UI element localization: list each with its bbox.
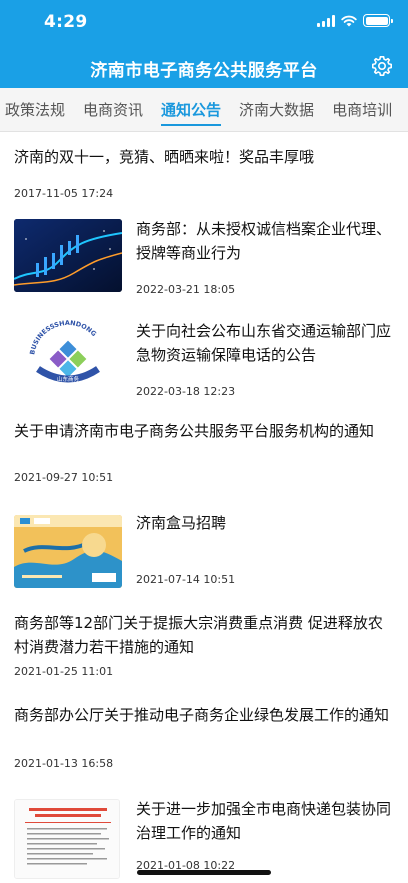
app-header: 4:29 济南市电子商务公共服务平台 xyxy=(0,0,408,88)
news-title: 济南的双十一，竞猜、晒晒来啦！奖品丰厚哦 xyxy=(14,148,315,166)
tab-ecommerce-news[interactable]: 电商资讯 xyxy=(74,88,152,131)
list-item[interactable]: 关于进一步加强全市电商快递包装协同治理工作的通知 2021-01-08 10:2… xyxy=(0,797,408,881)
battery-icon xyxy=(363,14,393,27)
tab-policy[interactable]: 政策法规 xyxy=(0,88,74,131)
news-title: 商务部：从未授权诚信档案企业代理、授牌等商业行为 xyxy=(136,220,392,262)
tab-jinan-big-data[interactable]: 济南大数据 xyxy=(230,88,323,131)
news-title: 关于进一步加强全市电商快递包装协同治理工作的通知 xyxy=(136,800,392,842)
news-date: 2022-03-18 12:23 xyxy=(136,385,236,398)
tab-ecommerce-training[interactable]: 电商培训 xyxy=(323,88,401,131)
news-date: 2022-03-21 18:05 xyxy=(136,283,236,296)
news-date: 2021-07-14 10:51 xyxy=(136,573,236,586)
news-date: 2017-11-05 17:24 xyxy=(14,187,114,200)
home-indicator[interactable] xyxy=(137,870,271,875)
category-tabs: 政策法规 电商资讯 通知公告 济南大数据 电商培训 xyxy=(0,88,408,132)
status-icons xyxy=(317,14,393,27)
status-bar: 4:29 xyxy=(0,0,408,44)
news-title: 济南盒马招聘 xyxy=(136,514,227,532)
list-item[interactable]: 济南的双十一，竞猜、晒晒来啦！奖品丰厚哦 2017-11-05 17:24 xyxy=(0,143,408,203)
news-date: 2021-01-25 11:01 xyxy=(14,665,114,678)
tab-announcements[interactable]: 通知公告 xyxy=(152,88,230,131)
status-time: 4:29 xyxy=(44,12,88,32)
wifi-icon xyxy=(341,15,357,26)
official-document-image xyxy=(14,799,120,879)
hema-recruitment-poster xyxy=(14,515,122,588)
page-title: 济南市电子商务公共服务平台 xyxy=(90,61,318,81)
logo-caption: 山东商务 xyxy=(57,375,80,383)
news-title: 商务部等12部门关于提振大宗消费重点消费 促进释放农村消费潜力若干措施的通知 xyxy=(14,614,383,656)
cellular-signal-icon xyxy=(317,14,335,27)
stock-chart-image xyxy=(14,219,122,292)
news-title: 关于申请济南市电子商务公共服务平台服务机构的通知 xyxy=(14,422,375,440)
list-item[interactable]: 商务部等12部门关于提振大宗消费重点消费 促进释放农村消费潜力若干措施的通知 2… xyxy=(0,611,408,681)
list-item[interactable]: 商务部：从未授权诚信档案企业代理、授牌等商业行为 2022-03-21 18:0… xyxy=(0,217,408,301)
list-item[interactable]: 关于申请济南市电子商务公共服务平台服务机构的通知 2021-09-27 10:5… xyxy=(0,419,408,489)
news-title: 关于向社会公布山东省交通运输部门应急物资运输保障电话的公告 xyxy=(136,322,392,364)
news-title: 商务部办公厅关于推动电子商务企业绿色发展工作的通知 xyxy=(14,706,390,724)
news-date: 2021-09-27 10:51 xyxy=(14,471,114,484)
gear-icon[interactable] xyxy=(370,54,394,78)
list-item[interactable]: 商务部办公厅关于推动电子商务企业绿色发展工作的通知 2021-01-13 16:… xyxy=(0,703,408,773)
news-date: 2021-01-13 16:58 xyxy=(14,757,114,770)
shandong-commerce-logo: BUSINESSSHANDONG 山东商务 xyxy=(14,319,122,392)
list-item[interactable]: 济南盒马招聘 2021-07-14 10:51 xyxy=(0,511,408,595)
list-item[interactable]: BUSINESSSHANDONG 山东商务 关于向社会公布山东省交通运输部门应急… xyxy=(0,319,408,403)
